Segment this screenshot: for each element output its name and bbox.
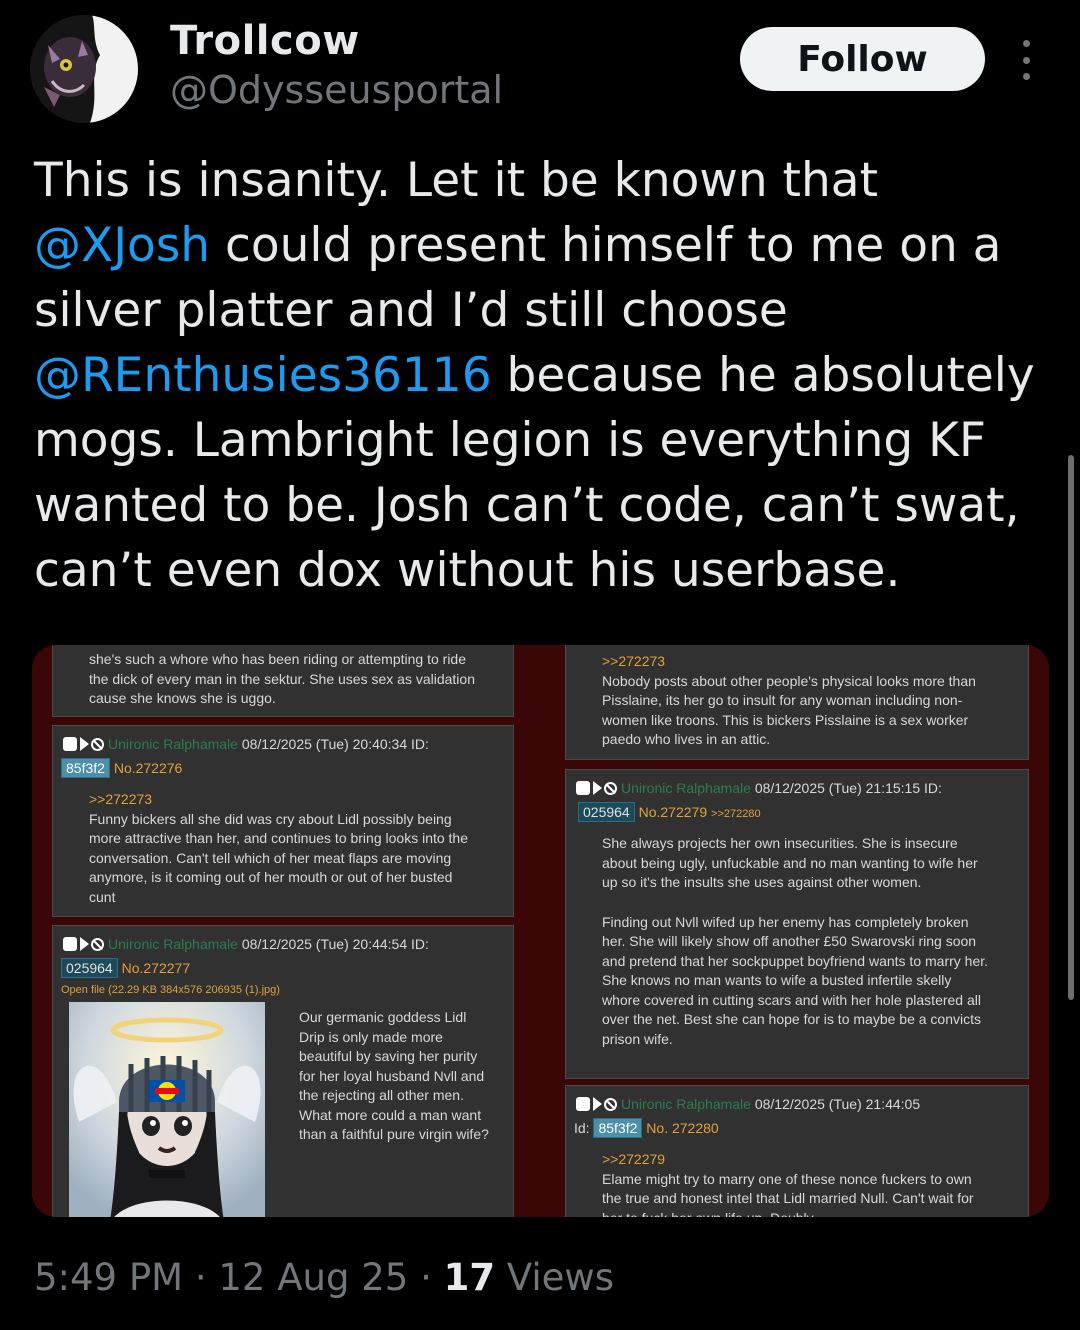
post-date: 08/12/2025 (Tue) 20:40:34 ID: — [241, 736, 429, 752]
left-post-1: Unironic Ralphamale 08/12/2025 (Tue) 20:… — [52, 725, 514, 917]
post-number[interactable]: No.272279 — [639, 804, 708, 820]
quote-link[interactable]: >>272279 — [602, 1150, 992, 1170]
author-name[interactable]: Trollcow — [170, 18, 360, 64]
poster-id: 025964 — [61, 958, 118, 978]
poster-name: Unironic Ralphamale — [108, 936, 238, 952]
tweet-metadata: 5:49 PM · 12 Aug 25 · 17 Views — [34, 1256, 614, 1299]
mention-link[interactable]: @XJosh — [34, 218, 210, 273]
post-id-row: 85f3f2 No.272276 — [61, 758, 182, 779]
poster-id: 85f3f2 — [593, 1118, 643, 1138]
views-count: 17 — [443, 1256, 496, 1299]
post-number[interactable]: No.272276 — [114, 760, 183, 776]
poster-id: 025964 — [578, 802, 635, 822]
poster-name: Unironic Ralphamale — [621, 780, 751, 796]
post-checkbox[interactable] — [63, 937, 77, 951]
post-checkbox[interactable] — [576, 781, 590, 795]
post-id-row: Id: 85f3f2 No. 272280 — [574, 1118, 719, 1139]
id-label: Id: — [574, 1120, 590, 1136]
expand-arrow-icon[interactable] — [80, 737, 89, 751]
post-id-row: 025964 No.272279 >>272280 — [578, 802, 761, 825]
expand-arrow-icon[interactable] — [80, 937, 89, 951]
poster-id: 85f3f2 — [61, 758, 110, 778]
post-number[interactable]: No.272277 — [122, 960, 191, 976]
avatar[interactable] — [30, 15, 138, 123]
quote-link[interactable]: >>272273 — [602, 652, 992, 672]
right-post-2: Unironic Ralphamale 08/12/2025 (Tue) 21:… — [565, 1085, 1029, 1217]
right-top-post: >>272273 Nobody posts about other people… — [565, 645, 1029, 760]
left-post-2: Unironic Ralphamale 08/12/2025 (Tue) 20:… — [52, 925, 514, 1217]
post-body: >>272273 Funny bickers all she did was c… — [89, 790, 474, 907]
tweet-date[interactable]: 12 Aug 25 — [218, 1256, 408, 1299]
poster-name: Unironic Ralphamale — [621, 1096, 751, 1112]
post-date: 08/12/2025 (Tue) 21:15:15 ID: — [754, 780, 942, 796]
post-date: 08/12/2025 (Tue) 21:44:05 — [754, 1096, 921, 1112]
backlink[interactable]: >>272280 — [711, 808, 761, 820]
hide-icon[interactable] — [91, 938, 104, 951]
file-info: Open file (22.29 KB 384x576 — [61, 984, 206, 996]
post-date: 08/12/2025 (Tue) 20:44:54 ID: — [241, 936, 429, 952]
post-id-row: 025964 No.272277 — [61, 958, 190, 979]
expand-arrow-icon[interactable] — [593, 781, 602, 795]
follow-button[interactable]: Follow — [740, 27, 985, 91]
views-label: Views — [495, 1256, 614, 1299]
post-body: >>272279 Elame might try to marry one of… — [602, 1150, 992, 1217]
post-text-paragraph: Finding out Nvll wifed up her enemy has … — [602, 913, 989, 1047]
post-text: Funny bickers all she did was cry about … — [89, 810, 469, 905]
separator-dot: · — [408, 1256, 444, 1299]
attached-image[interactable] — [69, 1002, 265, 1217]
post-header: Unironic Ralphamale 08/12/2025 (Tue) 21:… — [576, 1095, 920, 1115]
scrollbar[interactable] — [1068, 455, 1074, 1000]
left-top-post: she's such a whore who has been riding o… — [52, 645, 514, 717]
right-post-1: Unironic Ralphamale 08/12/2025 (Tue) 21:… — [565, 769, 1029, 1079]
post-header: Unironic Ralphamale 08/12/2025 (Tue) 21:… — [576, 779, 942, 799]
post-checkbox[interactable] — [576, 1097, 590, 1111]
mention-link[interactable]: @REnthusies36116 — [34, 348, 492, 403]
post-header: Unironic Ralphamale 08/12/2025 (Tue) 20:… — [63, 935, 429, 955]
open-file-link[interactable]: Open file (22.29 KB 384x576 206935 (1).j… — [61, 981, 280, 1001]
file-name[interactable]: 206935 (1).jpg — [205, 984, 276, 996]
post-text: Our germanic goddess Lidl Drip is only m… — [299, 1009, 489, 1142]
quote-link[interactable]: >>272273 — [89, 790, 474, 810]
tweet-text: This is insanity. Let it be known that @… — [34, 148, 1044, 603]
post-text-paragraph: She always projects her own insecurities… — [602, 835, 978, 890]
hide-icon[interactable] — [604, 782, 617, 795]
hide-icon[interactable] — [604, 1098, 617, 1111]
post-body: She always projects her own insecurities… — [602, 834, 992, 1049]
hide-icon[interactable] — [91, 738, 104, 751]
tweet-time[interactable]: 5:49 PM — [34, 1256, 183, 1299]
expand-arrow-icon[interactable] — [593, 1097, 602, 1111]
post-text: Nobody posts about other people's physic… — [602, 672, 976, 748]
tweet-media-image[interactable]: she's such a whore who has been riding o… — [32, 645, 1049, 1217]
post-header: Unironic Ralphamale 08/12/2025 (Tue) 20:… — [63, 735, 429, 755]
more-options-icon[interactable] — [1014, 40, 1038, 80]
tweet-text-segment: This is insanity. Let it be known that — [34, 153, 879, 208]
post-text: Elame might try to marry one of these no… — [602, 1170, 974, 1218]
post-body: she's such a whore who has been riding o… — [89, 651, 475, 706]
post-body: >>272273 Nobody posts about other people… — [602, 652, 992, 750]
author-handle[interactable]: @Odysseusportal — [170, 68, 503, 112]
poster-name: Unironic Ralphamale — [108, 736, 238, 752]
post-checkbox[interactable] — [63, 737, 77, 751]
file-info-close: ) — [276, 984, 280, 996]
post-number[interactable]: No. 272280 — [646, 1120, 718, 1136]
separator-dot: · — [183, 1256, 219, 1299]
